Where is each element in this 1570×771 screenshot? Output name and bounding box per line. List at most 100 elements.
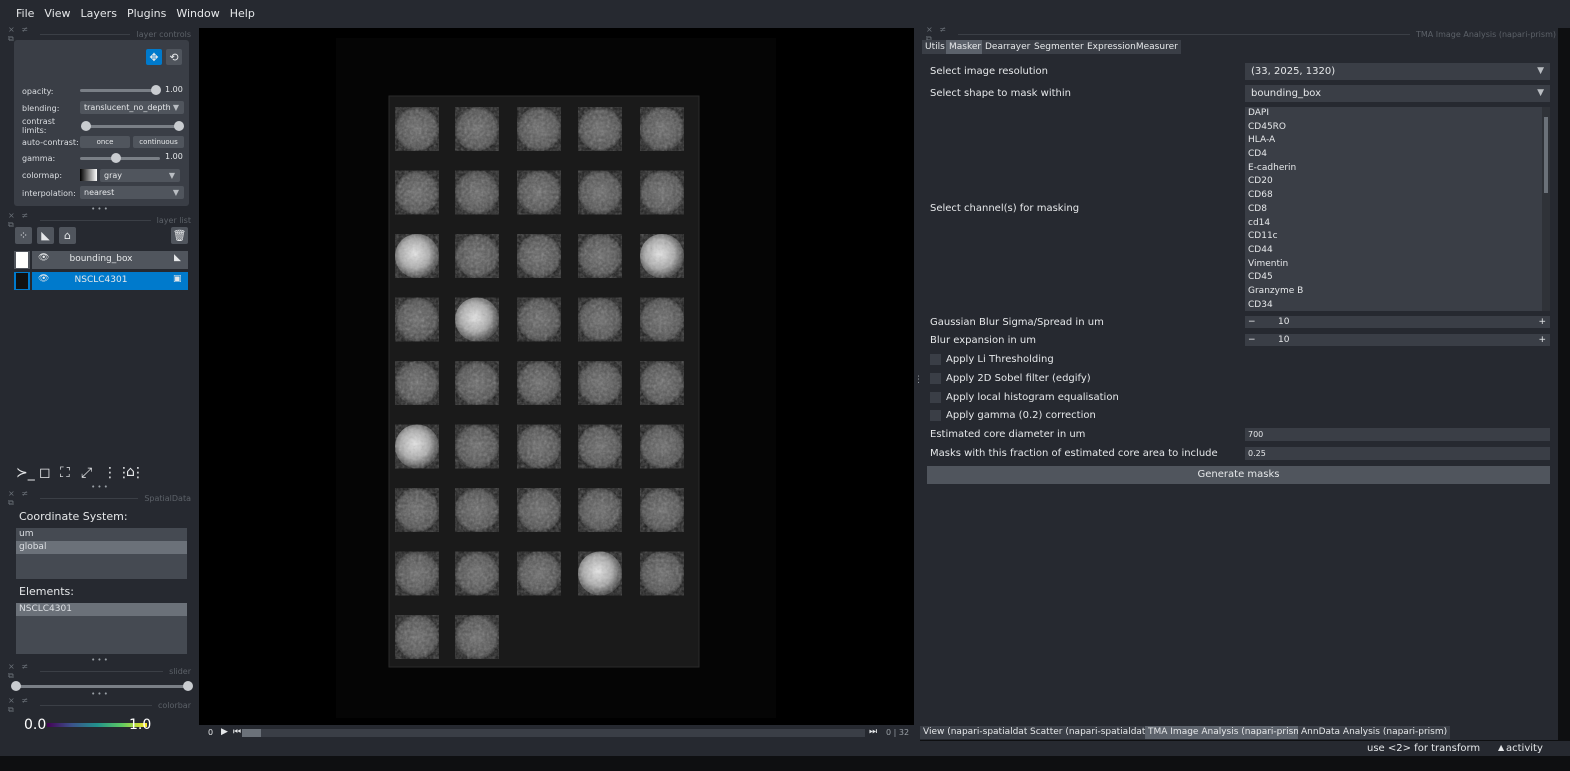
coordinate-item[interactable]: um <box>16 528 187 541</box>
gamma-slider-handle[interactable] <box>111 153 121 163</box>
home-icon[interactable]: ⌂ <box>126 464 135 480</box>
fraction-input[interactable]: 0.25 <box>1245 447 1550 460</box>
tab-expression-measurer[interactable]: ExpressionMeasurer <box>1084 40 1181 54</box>
channel-item[interactable]: Vimentin <box>1245 258 1550 272</box>
menu-view[interactable]: View <box>39 0 75 28</box>
tissue-core-texture <box>455 170 499 215</box>
tab-anndata-analysis[interactable]: AnnData Analysis (napari-prism) <box>1298 726 1451 739</box>
pan-zoom-icon[interactable]: ✥ <box>146 49 162 65</box>
right-dock-panel: × ≠ ⧉ TMA Image Analysis (napari-prism) … <box>920 25 1558 740</box>
contrast-limits-slider[interactable] <box>81 121 184 131</box>
tab-utils[interactable]: Utils <box>922 40 948 54</box>
channel-item[interactable]: cd14 <box>1245 217 1550 231</box>
blur-spinbox[interactable]: − 10 + <box>1245 334 1550 346</box>
element-item[interactable]: NSCLC4301 <box>16 603 187 616</box>
gamma-slider[interactable] <box>80 153 160 163</box>
channel-item[interactable]: CD44 <box>1245 244 1550 258</box>
tab-dearrayer[interactable]: Dearrayer <box>982 40 1034 54</box>
activity-button[interactable]: activity <box>1506 743 1543 754</box>
decrement-icon[interactable]: − <box>1248 334 1256 346</box>
blur-label: Blur expansion in um <box>930 335 1036 346</box>
channel-scrollbar[interactable] <box>1542 107 1550 311</box>
dims-slider-track[interactable] <box>242 729 865 737</box>
tab-tma-image-analysis[interactable]: TMA Image Analysis (napari-prism) <box>1145 726 1309 739</box>
opacity-slider[interactable] <box>80 85 161 95</box>
channel-item[interactable]: CD8 <box>1245 203 1550 217</box>
shapes-layer-icon: ◣ <box>174 253 181 263</box>
coordinate-item-selected[interactable]: global <box>16 541 187 554</box>
ndisplay-icon[interactable]: ◻ <box>39 465 51 481</box>
range-slider[interactable] <box>11 681 193 691</box>
channel-item[interactable]: CD11c <box>1245 230 1550 244</box>
layer-row-selected[interactable]: 👁 NSCLC4301 ▣ <box>14 272 188 290</box>
channel-item[interactable]: E-cadherin <box>1245 162 1550 176</box>
channel-item[interactable]: CD68 <box>1245 189 1550 203</box>
opacity-slider-handle[interactable] <box>151 85 161 95</box>
channel-item[interactable]: Granzyme B <box>1245 285 1550 299</box>
dock-controls-icons[interactable]: × ≠ ⧉ <box>8 662 34 681</box>
generate-masks-button[interactable]: Generate masks <box>927 466 1550 484</box>
resolution-select[interactable]: (33, 2025, 1320) ▼ <box>1245 63 1550 80</box>
autocontrast-continuous-button[interactable]: continuous <box>133 136 184 148</box>
channel-item[interactable]: CD4 <box>1245 148 1550 162</box>
tab-view-spatialdata[interactable]: View (napari-spatialdata) <box>920 726 1040 739</box>
transpose-icon[interactable]: ⤢ <box>81 465 92 481</box>
new-shapes-icon[interactable]: ◣ <box>37 227 54 244</box>
autocontrast-once-button[interactable]: once <box>80 136 130 148</box>
tissue-core-texture <box>578 234 622 278</box>
step-back-icon[interactable]: ⏮ <box>233 727 241 737</box>
tab-segmenter[interactable]: Segmenter <box>1031 40 1087 54</box>
transform-icon[interactable]: ⟲ <box>166 49 182 65</box>
tab-masker[interactable]: Masker <box>946 40 985 54</box>
decrement-icon[interactable]: − <box>1248 316 1256 328</box>
menu-plugins[interactable]: Plugins <box>122 0 171 28</box>
grid-icon[interactable]: ⋮⋮⋮ <box>103 465 145 481</box>
play-icon[interactable]: ▶ <box>221 727 228 737</box>
delete-layer-icon[interactable]: 🗑 <box>171 227 188 244</box>
channel-item[interactable]: HLA-A <box>1245 134 1550 148</box>
interpolation-value: nearest <box>84 188 115 197</box>
dims-slider-handle[interactable] <box>242 729 261 737</box>
colormap-select[interactable]: gray ▼ <box>100 169 180 182</box>
roll-axes-icon[interactable]: ⛶ <box>60 465 70 481</box>
channel-list[interactable]: DAPI CD45RO HLA-A CD4 E-cadherin CD20 CD… <box>1245 107 1550 311</box>
increment-icon[interactable]: + <box>1538 334 1546 346</box>
sobel-checkbox[interactable]: Apply 2D Sobel filter (edgify) <box>930 371 1091 385</box>
channel-item[interactable]: CD20 <box>1245 175 1550 189</box>
layer-name[interactable]: bounding_box <box>14 254 188 264</box>
blending-select[interactable]: translucent_no_depth ▼ <box>80 101 184 114</box>
menu-help[interactable]: Help <box>225 0 260 28</box>
console-icon[interactable]: ≻_ <box>16 465 35 481</box>
tissue-core-texture <box>395 615 439 659</box>
step-forward-icon[interactable]: ⏭ <box>869 727 877 737</box>
activity-chevron-icon[interactable]: ▲ <box>1498 743 1504 752</box>
scrollbar-handle[interactable] <box>1544 117 1548 193</box>
dock-controls-icons[interactable]: × ≠ ⧉ <box>8 489 34 508</box>
new-labels-icon[interactable]: ⌂ <box>59 227 76 244</box>
channel-item[interactable]: DAPI <box>1245 107 1550 121</box>
channel-item[interactable]: CD45 <box>1245 271 1550 285</box>
channel-item[interactable]: CD34 <box>1245 299 1550 311</box>
channel-item[interactable]: CD45RO <box>1245 121 1550 135</box>
dock-controls-icons[interactable]: × ≠ ⧉ <box>8 696 34 715</box>
menu-window[interactable]: Window <box>171 0 224 28</box>
li-threshold-checkbox[interactable]: Apply Li Thresholding <box>930 352 1054 366</box>
left-dock-panel: × ≠ ⧉ layer controls ✥ ⟲ opacity: 1.00 b… <box>0 25 199 756</box>
menu-layers[interactable]: Layers <box>76 0 122 28</box>
contrast-max-handle[interactable] <box>174 121 184 131</box>
interpolation-select[interactable]: nearest ▼ <box>80 186 184 199</box>
diameter-input[interactable]: 700 <box>1245 428 1550 441</box>
interpolation-label: interpolation: <box>22 188 76 198</box>
new-points-icon[interactable]: ⁘ <box>15 227 32 244</box>
layer-controls-title: layer controls <box>136 29 191 39</box>
viewer-canvas[interactable] <box>199 28 914 725</box>
sigma-spinbox[interactable]: − 10 + <box>1245 316 1550 328</box>
shape-select[interactable]: bounding_box ▼ <box>1245 85 1550 102</box>
contrast-min-handle[interactable] <box>81 121 91 131</box>
tab-scatter-spatialdata[interactable]: Scatter (napari-spatialdata) <box>1027 726 1158 739</box>
layer-row[interactable]: 👁 bounding_box ◣ <box>14 251 188 269</box>
gamma-checkbox[interactable]: Apply gamma (0.2) correction <box>930 408 1096 422</box>
increment-icon[interactable]: + <box>1538 316 1546 328</box>
histogram-checkbox[interactable]: Apply local histogram equalisation <box>930 390 1119 404</box>
layer-name[interactable]: NSCLC4301 <box>14 275 188 285</box>
